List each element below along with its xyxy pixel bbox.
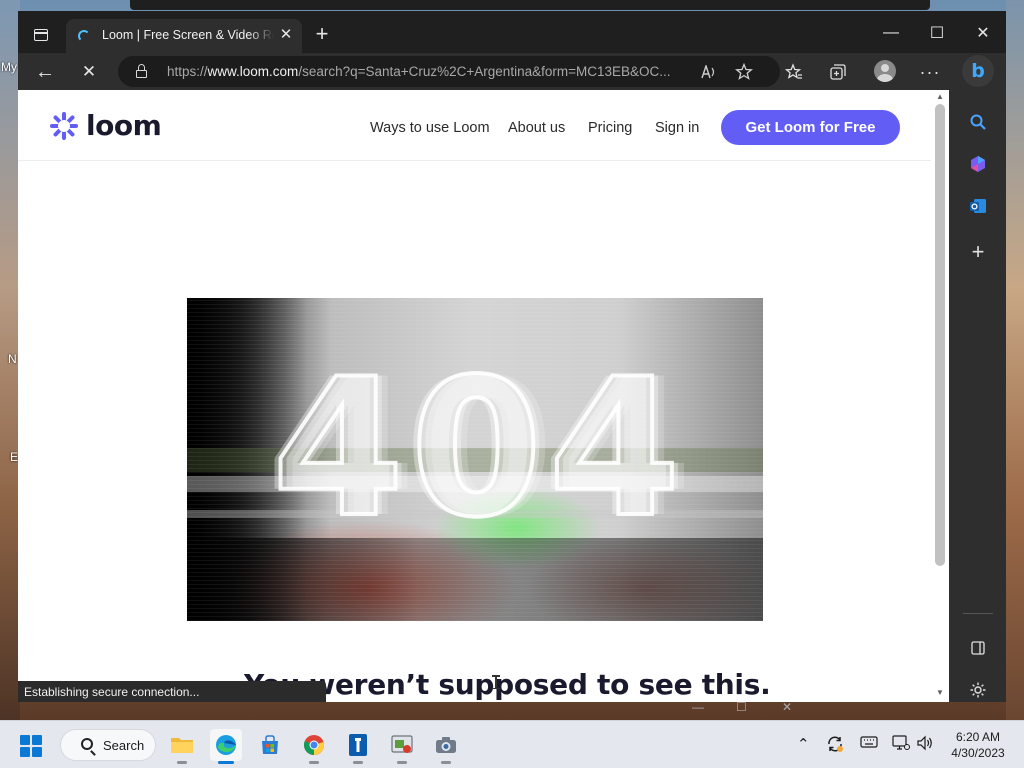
text-cursor-icon — [492, 675, 500, 689]
collections-icon[interactable] — [824, 58, 852, 86]
url-path: /search?q=Santa+Cruz%2C+Argentina&form=M… — [298, 64, 671, 79]
read-aloud-icon[interactable] — [698, 61, 720, 83]
tab-strip: Loom | Free Screen & Video Recording Sof… — [18, 11, 1006, 53]
edge-browser-icon[interactable] — [210, 729, 242, 764]
sidebar-outlook-icon[interactable] — [964, 192, 992, 220]
search-icon — [81, 738, 93, 750]
sidebar-copilot-icon[interactable] — [964, 150, 992, 178]
get-loom-free-button[interactable]: Get Loom for Free — [721, 110, 900, 145]
scrollbar-thumb[interactable] — [935, 104, 945, 566]
show-hidden-icons-chevron-up-icon[interactable]: ⌃ — [797, 735, 810, 753]
nav-link-ways-to-use[interactable]: Ways to use Loom — [370, 120, 490, 136]
keyboard-icon[interactable] — [860, 735, 878, 753]
vertical-scrollbar[interactable]: ▲ ▼ — [931, 90, 949, 702]
browser-toolbar: ← ✕ https://www.loom.com/search?q=Santa+… — [18, 53, 1006, 90]
tab-title: Loom | Free Screen & Video Recording Sof… — [102, 28, 274, 42]
maximize-button[interactable]: ☐ — [914, 19, 960, 47]
add-favorite-icon[interactable] — [733, 61, 755, 83]
start-button-windows-icon[interactable] — [20, 735, 42, 757]
scroll-down-icon[interactable]: ▼ — [935, 688, 945, 697]
settings-more-icon[interactable]: ··· — [916, 58, 944, 86]
sidebar-settings-gear-icon[interactable] — [964, 676, 992, 704]
taskbar-search-box[interactable]: Search — [60, 729, 156, 761]
minimize-button[interactable]: — — [868, 19, 914, 47]
clock-time: 6:20 AM — [955, 730, 1001, 744]
address-bar[interactable]: https://www.loom.com/search?q=Santa+Cruz… — [118, 56, 780, 87]
edge-sidebar: + — [949, 90, 1006, 702]
url-text[interactable]: https://www.loom.com/search?q=Santa+Cruz… — [167, 64, 697, 79]
browser-window: Loom | Free Screen & Video Recording Sof… — [18, 11, 1006, 702]
desktop-icon-label[interactable]: My — [1, 60, 17, 74]
volume-speaker-icon[interactable] — [916, 735, 934, 755]
system-clock[interactable]: 6:20 AM 4/30/2023 — [938, 729, 1018, 761]
close-window-button[interactable]: ✕ — [960, 19, 1006, 47]
new-tab-button[interactable]: + — [310, 23, 334, 47]
file-explorer-icon[interactable] — [166, 729, 198, 764]
network-icon[interactable] — [892, 735, 910, 755]
microsoft-store-icon[interactable] — [254, 729, 286, 761]
desktop-icon-label[interactable]: N — [8, 352, 17, 366]
sidebar-search-icon[interactable] — [964, 108, 992, 136]
loom-logo-text: loom — [86, 109, 162, 142]
taskbar-search-label: Search — [103, 738, 145, 753]
app-blue-icon[interactable] — [342, 729, 374, 764]
sidebar-add-icon[interactable]: + — [964, 238, 992, 266]
chrome-icon[interactable] — [298, 729, 330, 764]
stop-loading-button[interactable]: ✕ — [74, 57, 104, 87]
tab-actions-button[interactable] — [28, 23, 54, 47]
page-viewport: loom Ways to use Loom About us Pricing S… — [18, 90, 949, 702]
loom-logo-mark-icon — [50, 111, 78, 140]
loading-spinner-icon — [78, 30, 90, 42]
lock-icon[interactable] — [136, 64, 147, 78]
sidebar-divider — [963, 613, 993, 614]
tab-close-button[interactable]: ✕ — [278, 27, 294, 43]
taskbar: Search ⌃ 6:20 AM 4/30/2023 — [0, 720, 1024, 768]
bing-chat-button[interactable]: b — [962, 55, 994, 87]
app-window-icon[interactable] — [386, 729, 418, 764]
tab-actions-icon — [34, 29, 48, 41]
url-host: www.loom.com — [207, 64, 299, 79]
background-window — [130, 0, 930, 10]
back-button[interactable]: ← — [30, 57, 60, 87]
favorites-icon[interactable] — [780, 58, 808, 86]
clock-date: 4/30/2023 — [951, 746, 1005, 760]
nav-link-sign-in[interactable]: Sign in — [655, 120, 699, 136]
desktop-icon-label[interactable]: E — [10, 450, 18, 464]
nav-link-about-us[interactable]: About us — [508, 120, 565, 136]
desktop-wallpaper-right — [1006, 0, 1024, 720]
background-window-controls: — ☐ ✕ — [692, 700, 793, 714]
error-404-glitch-image: 404 — [187, 298, 763, 621]
url-scheme: https:// — [167, 64, 208, 79]
site-header: loom Ways to use Loom About us Pricing S… — [18, 90, 931, 161]
sync-status-icon[interactable] — [826, 735, 844, 757]
camera-app-icon[interactable] — [430, 729, 462, 764]
status-bubble: Establishing secure connection... — [18, 681, 326, 702]
scroll-up-icon[interactable]: ▲ — [935, 92, 945, 101]
browser-tab-active[interactable]: Loom | Free Screen & Video Recording Sof… — [66, 19, 302, 53]
profile-avatar[interactable] — [874, 60, 896, 82]
sidebar-hide-icon[interactable] — [964, 634, 992, 662]
loom-logo[interactable]: loom — [50, 109, 162, 142]
nav-link-pricing[interactable]: Pricing — [588, 120, 632, 136]
